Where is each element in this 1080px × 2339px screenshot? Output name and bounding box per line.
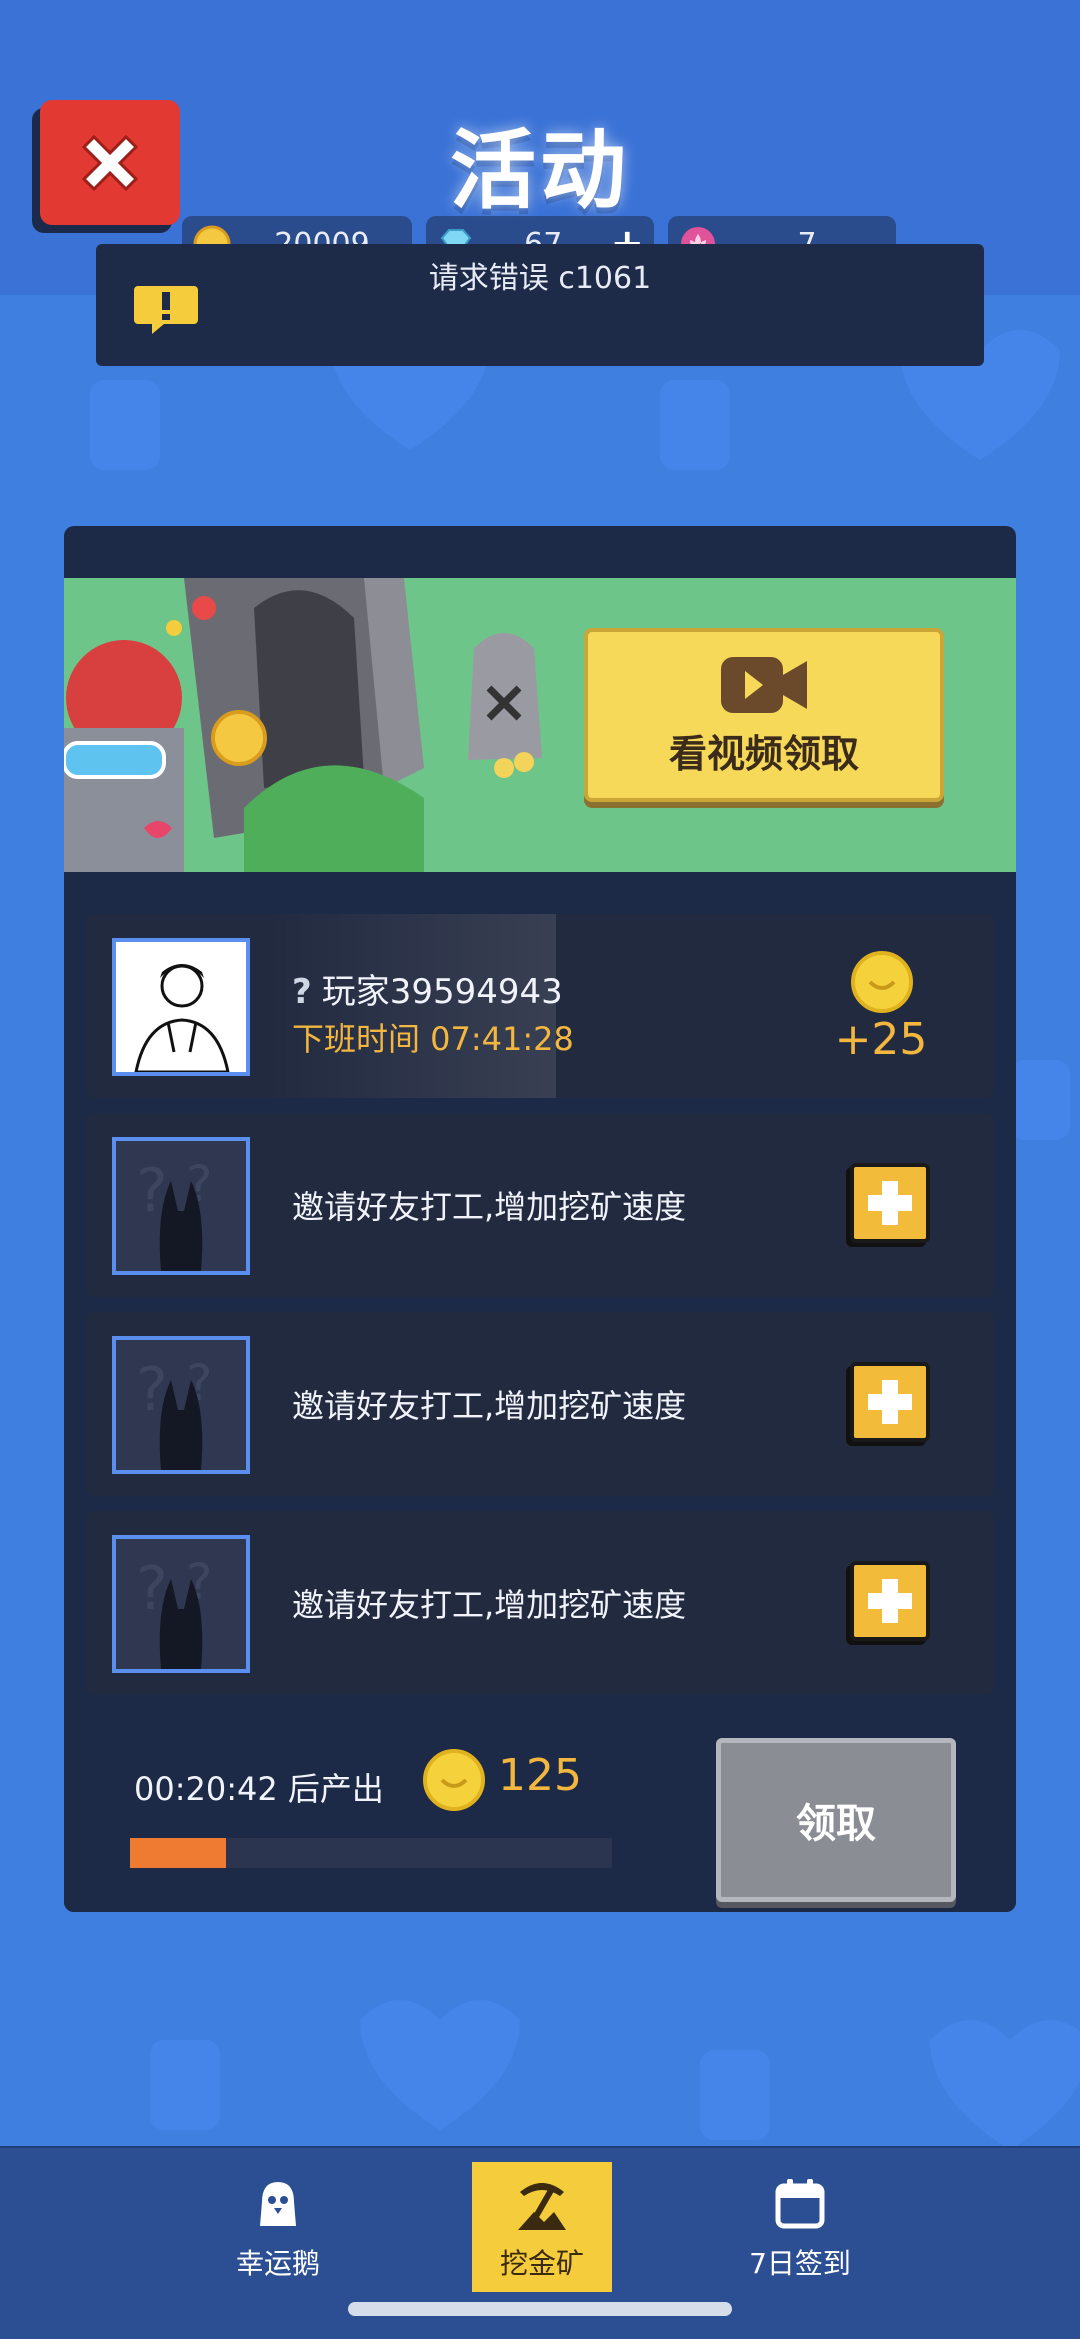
- worker-slot-invite[interactable]: ?? 邀请好友打工,增加挖矿速度: [86, 1312, 994, 1496]
- add-worker-button[interactable]: [850, 1362, 930, 1442]
- watch-video-label: 看视频领取: [668, 731, 859, 776]
- home-indicator: [348, 2302, 732, 2316]
- worker-slot-list: ? 玩家39594943 下班时间 07:41:28 +25 ?? 邀请好友打工,…: [86, 914, 994, 1710]
- page-title: 活动: [450, 121, 630, 221]
- nav-label: 挖金矿: [499, 2247, 584, 2280]
- mining-panel: 看视频领取 ?玩家39594943 下班时间 07:41:28 +25 ??: [64, 526, 1016, 1912]
- invite-text: 邀请好友打工,增加挖矿速度: [292, 1586, 687, 1624]
- nav-item-gold-mine[interactable]: 挖金矿: [472, 2162, 612, 2292]
- mine-scene-illustration: [64, 578, 542, 872]
- reward-amount: +25: [834, 1014, 928, 1065]
- shift-end-time: 下班时间 07:41:28: [292, 1020, 574, 1058]
- nav-label: 幸运鹅: [235, 2247, 320, 2280]
- player-name-text: 玩家39594943: [321, 972, 563, 1012]
- nav-item-lucky-goose[interactable]: 幸运鹅: [208, 2162, 348, 2292]
- worker-slot-invite[interactable]: ?? 邀请好友打工,增加挖矿速度: [86, 1113, 994, 1297]
- coin-icon: [423, 1749, 485, 1811]
- add-worker-button[interactable]: [850, 1163, 930, 1243]
- coin-icon: [851, 951, 913, 1013]
- production-timer: 00:20:42 后产出: [134, 1770, 384, 1808]
- nav-label: 7日签到: [749, 2247, 851, 2280]
- warning-icon: [134, 286, 198, 334]
- claim-button[interactable]: 领取: [716, 1738, 956, 1902]
- error-message: 请求错误 c1061: [428, 261, 652, 296]
- error-banner: 请求错误 c1061: [96, 244, 984, 366]
- production-amount: 125: [498, 1750, 582, 1801]
- production-footer: 00:20:42 后产出 125 领取: [64, 1716, 1016, 1912]
- pickaxe-icon: [518, 2183, 566, 2230]
- production-progress-bar: [130, 1838, 612, 1868]
- worker-slot-invite[interactable]: ?? 邀请好友打工,增加挖矿速度: [86, 1511, 994, 1695]
- production-progress-fill: [130, 1838, 227, 1868]
- add-worker-button[interactable]: [850, 1561, 930, 1641]
- player-name: ? 玩家39594943: [292, 964, 563, 1013]
- video-camera-icon: [721, 656, 807, 713]
- nav-item-7day-signin[interactable]: 7日签到: [730, 2162, 870, 2292]
- empty-worker-avatar: ??: [112, 1137, 250, 1275]
- watch-video-claim-button[interactable]: 看视频领取: [584, 628, 944, 802]
- empty-worker-avatar: ??: [112, 1535, 250, 1673]
- unknown-status-icon: ?: [292, 972, 312, 1012]
- empty-worker-avatar: ??: [112, 1336, 250, 1474]
- invite-text: 邀请好友打工,增加挖矿速度: [292, 1387, 687, 1425]
- mine-banner: 看视频领取: [64, 578, 1016, 872]
- player-avatar: [112, 938, 250, 1076]
- goose-icon: [260, 2182, 296, 2226]
- calendar-icon: [775, 2179, 825, 2229]
- worker-slot-player[interactable]: ? 玩家39594943 下班时间 07:41:28 +25: [86, 914, 994, 1098]
- invite-text: 邀请好友打工,增加挖矿速度: [292, 1188, 687, 1226]
